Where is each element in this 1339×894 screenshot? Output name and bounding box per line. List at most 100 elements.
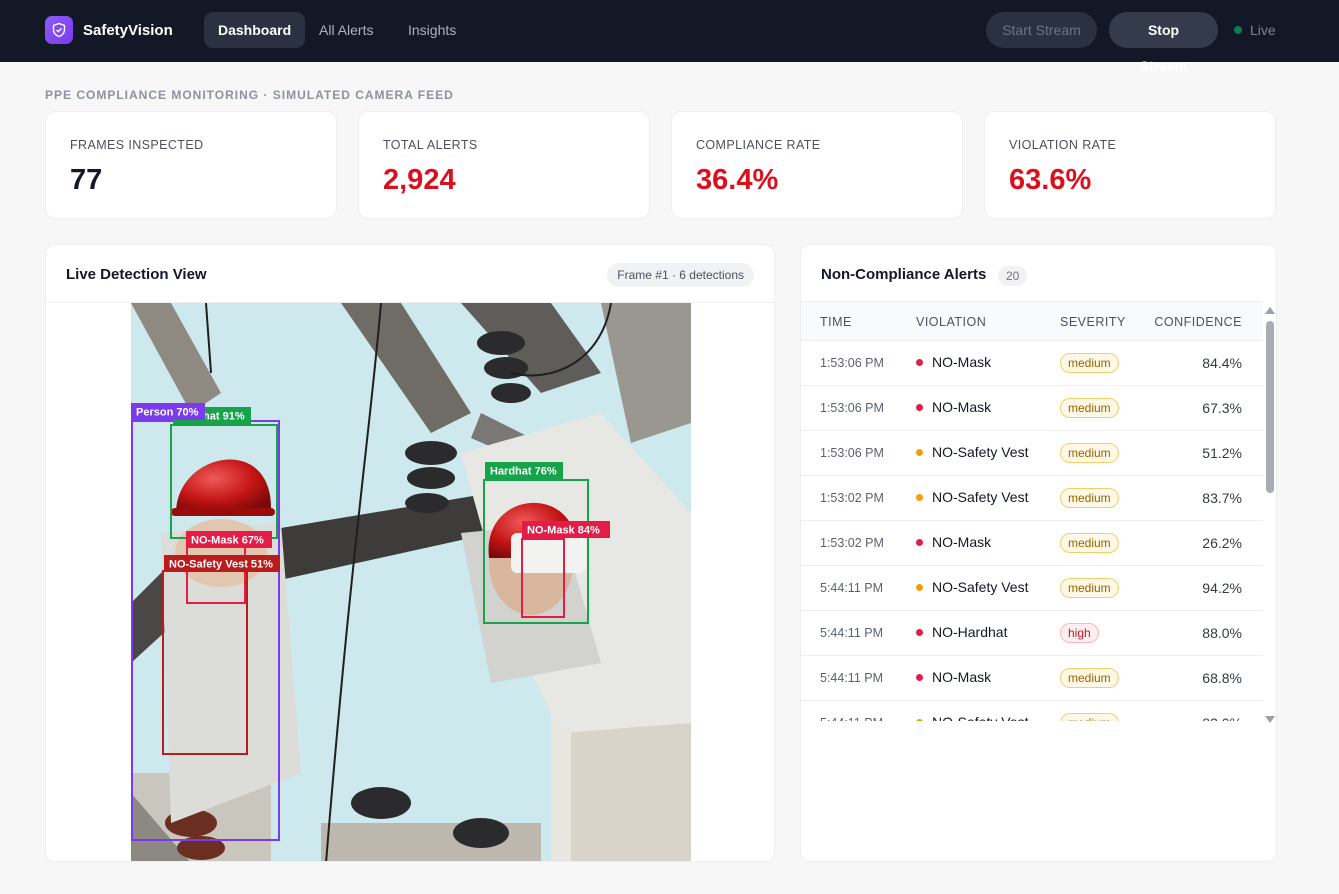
table-row[interactable]: 1:53:02 PM NO-Mask medium 26.2%	[801, 521, 1263, 566]
alert-confidence: 51.2%	[1202, 445, 1242, 461]
violation-dot-icon	[916, 673, 923, 681]
violation-label: NO-Hardhat	[932, 624, 1008, 640]
stat-label: VIOLATION RATE	[1009, 138, 1117, 152]
alert-violation: NO-Safety Vest	[916, 714, 1028, 721]
brand-name: SafetyVision	[83, 21, 173, 39]
stat-label: FRAMES INSPECTED	[70, 138, 204, 152]
violation-dot-icon	[916, 448, 923, 456]
alert-confidence: 83.0%	[1202, 715, 1242, 721]
violation-dot-icon	[916, 628, 923, 636]
label-no-safety-vest: NO-Safety Vest 51%	[169, 559, 273, 571]
stat-value: 36.4%	[696, 164, 779, 196]
alerts-panel: Non-Compliance Alerts 20 TIME VIOLATION …	[800, 244, 1277, 862]
alerts-scrollbar[interactable]	[1264, 307, 1276, 723]
alert-time: 1:53:06 PM	[820, 401, 884, 415]
column-header-confidence[interactable]: CONFIDENCE	[1154, 315, 1242, 329]
table-row[interactable]: 5:44:11 PM NO-Hardhat high 88.0%	[801, 611, 1263, 656]
severity-badge: medium	[1060, 398, 1119, 418]
stat-value: 2,924	[383, 164, 456, 196]
violation-dot-icon	[916, 403, 923, 411]
label-hardhat-right: Hardhat 76%	[490, 466, 557, 478]
tab-insights[interactable]: Insights	[394, 12, 470, 48]
alert-violation: NO-Mask	[916, 534, 991, 550]
live-status-dot-icon	[1234, 26, 1242, 34]
live-label: Live	[1250, 22, 1276, 38]
table-row[interactable]: 1:53:02 PM NO-Safety Vest medium 83.7%	[801, 476, 1263, 521]
alert-confidence: 67.3%	[1202, 400, 1242, 416]
label-person: Person 70%	[136, 407, 199, 419]
alert-confidence: 83.7%	[1202, 490, 1242, 506]
violation-dot-icon	[916, 493, 923, 501]
frame-badge: Frame #1 · 6 detections	[607, 263, 754, 287]
panel-title: Non-Compliance Alerts	[821, 266, 987, 283]
stat-card-total-alerts: TOTAL ALERTS 2,924	[358, 111, 650, 219]
severity-badge: medium	[1060, 578, 1119, 598]
severity-badge: medium	[1060, 713, 1119, 721]
live-indicator: Live	[1234, 22, 1276, 38]
scrollbar-thumb[interactable]	[1266, 321, 1274, 493]
scroll-up-icon[interactable]	[1265, 307, 1275, 314]
stat-label: TOTAL ALERTS	[383, 138, 478, 152]
severity-badge: medium	[1060, 443, 1119, 463]
alert-violation: NO-Safety Vest	[916, 489, 1028, 505]
alert-confidence: 88.0%	[1202, 625, 1242, 641]
column-header-violation[interactable]: VIOLATION	[916, 315, 986, 329]
shield-icon	[45, 16, 73, 44]
alert-time: 5:44:11 PM	[820, 671, 884, 685]
scroll-down-icon[interactable]	[1265, 716, 1275, 723]
table-row[interactable]: 1:53:06 PM NO-Safety Vest medium 51.2%	[801, 431, 1263, 476]
alert-time: 1:53:02 PM	[820, 536, 884, 550]
stat-value: 63.6%	[1009, 164, 1092, 196]
alert-confidence: 84.4%	[1202, 355, 1242, 371]
violation-dot-icon	[916, 583, 923, 591]
alert-violation: NO-Mask	[916, 669, 991, 685]
camera-feed: Hardhat 91% Person 70% NO-Mask 67% NO-Sa…	[131, 303, 691, 861]
alerts-table-body: 1:53:06 PM NO-Mask medium 84.4% 1:53:06 PM NO…	[801, 341, 1263, 721]
violation-label: NO-Safety Vest	[932, 489, 1029, 505]
alert-time: 1:53:06 PM	[820, 356, 884, 370]
violation-label: NO-Safety Vest	[932, 444, 1029, 460]
tab-dashboard[interactable]: Dashboard	[204, 12, 306, 48]
alert-violation: NO-Safety Vest	[916, 444, 1028, 460]
brand[interactable]: SafetyVision	[45, 16, 173, 44]
alert-violation: NO-Hardhat	[916, 624, 1007, 640]
column-header-time[interactable]: TIME	[820, 315, 852, 329]
column-header-severity[interactable]: SEVERITY	[1060, 315, 1126, 329]
alert-time: 1:53:02 PM	[820, 491, 884, 505]
label-no-mask-right: NO-Mask 84%	[527, 525, 600, 537]
alert-time: 1:53:06 PM	[820, 446, 884, 460]
violation-label: NO-Safety Vest	[932, 714, 1028, 721]
alert-confidence: 94.2%	[1202, 580, 1242, 596]
alerts-count-badge: 20	[998, 266, 1028, 286]
table-row[interactable]: 5:44:11 PM NO-Safety Vest medium 94.2%	[801, 566, 1263, 611]
alert-violation: NO-Safety Vest	[916, 579, 1028, 595]
alerts-table-header: TIME VIOLATION SEVERITY CONFIDENCE	[801, 301, 1263, 341]
alert-time: 5:44:11 PM	[820, 626, 884, 640]
table-row[interactable]: 5:44:11 PM NO-Safety Vest medium 83.0%	[801, 701, 1263, 721]
severity-badge: medium	[1060, 668, 1119, 688]
severity-badge: high	[1060, 623, 1099, 643]
alert-violation: NO-Mask	[916, 354, 991, 370]
severity-badge: medium	[1060, 533, 1119, 553]
label-no-mask-left: NO-Mask 67%	[191, 535, 264, 547]
table-row[interactable]: 1:53:06 PM NO-Mask medium 84.4%	[801, 341, 1263, 386]
table-row[interactable]: 1:53:06 PM NO-Mask medium 67.3%	[801, 386, 1263, 431]
severity-badge: medium	[1060, 488, 1119, 508]
violation-dot-icon	[916, 538, 923, 546]
stat-card-compliance-rate: COMPLIANCE RATE 36.4%	[671, 111, 963, 219]
severity-badge: medium	[1060, 353, 1119, 373]
tab-all-alerts[interactable]: All Alerts	[305, 12, 387, 48]
start-stream-button[interactable]: Start Stream	[986, 12, 1097, 48]
stat-card-frames: FRAMES INSPECTED 77	[45, 111, 337, 219]
alert-violation: NO-Mask	[916, 399, 991, 415]
stop-stream-button[interactable]: Stop Stream	[1109, 12, 1218, 74]
violation-label: NO-Mask	[932, 354, 992, 370]
live-detection-panel: Live Detection View Frame #1 · 6 detecti…	[45, 244, 775, 862]
alert-confidence: 68.8%	[1202, 670, 1242, 686]
table-row[interactable]: 5:44:11 PM NO-Mask medium 68.8%	[801, 656, 1263, 701]
alert-time: 5:44:11 PM	[820, 581, 884, 595]
stat-label: COMPLIANCE RATE	[696, 138, 821, 152]
violation-label: NO-Mask	[932, 669, 992, 685]
panel-title: Live Detection View	[66, 266, 207, 283]
stat-card-violation-rate: VIOLATION RATE 63.6%	[984, 111, 1276, 219]
